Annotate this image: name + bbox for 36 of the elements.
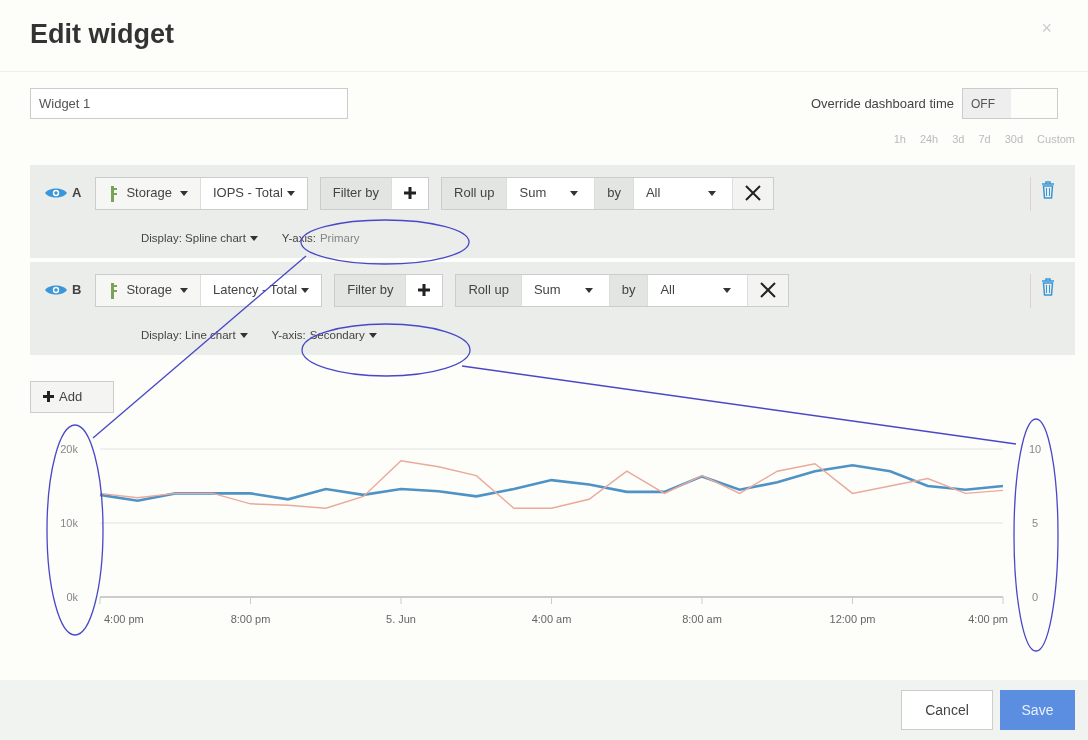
axis-label: 4:00 pm [104,612,144,625]
filter-label: Filter by [335,274,407,306]
override-label: Override dashboard time [810,94,954,113]
display-dropdown[interactable]: Display: Spline chart [141,229,258,247]
dialog-title: Edit widget [30,18,174,51]
rollup-label: Roll up [456,274,522,306]
cancel-button[interactable]: Cancel [901,690,993,730]
axis-label: 5. Jun [386,612,416,625]
metric-dropdown[interactable]: Latency - Total [200,274,322,306]
by-label: by [595,177,634,209]
query-letter: B [72,281,82,300]
query-letter: A [72,184,82,203]
add-button[interactable]: Add [30,380,114,413]
filter-label: Filter by [320,177,392,209]
axis-label: 4:00 pm [968,612,1008,625]
rollup-dropdown[interactable]: Sum [507,177,596,209]
object-dropdown[interactable]: Storage [96,177,201,209]
rollup-label: Roll up [442,177,508,209]
axis-label: 8:00 am [682,612,722,625]
axis-label: 8:00 pm [230,612,271,625]
object-dropdown[interactable]: Storage [96,274,201,306]
axis-label: 0 [1031,590,1039,603]
axis-label: 5 [1031,516,1039,529]
group-dropdown[interactable]: All [648,274,748,306]
metric-dropdown[interactable]: IOPS - Total [200,177,307,209]
rollup-dropdown[interactable]: Sum [521,274,610,306]
axis-label: 10 [1028,442,1042,455]
group-dropdown[interactable]: All [633,177,734,209]
toggle-switch[interactable]: OFF [962,88,1058,119]
axis-label: 0k [66,590,78,603]
name-field[interactable]: Widget 1 [30,88,348,119]
axis-label: 20k [60,442,78,455]
by-label: by [609,274,649,306]
axis-label: 4:00 am [531,612,572,625]
axis-label: 10k [60,516,78,529]
axis-label: 12:00 pm [829,612,876,625]
